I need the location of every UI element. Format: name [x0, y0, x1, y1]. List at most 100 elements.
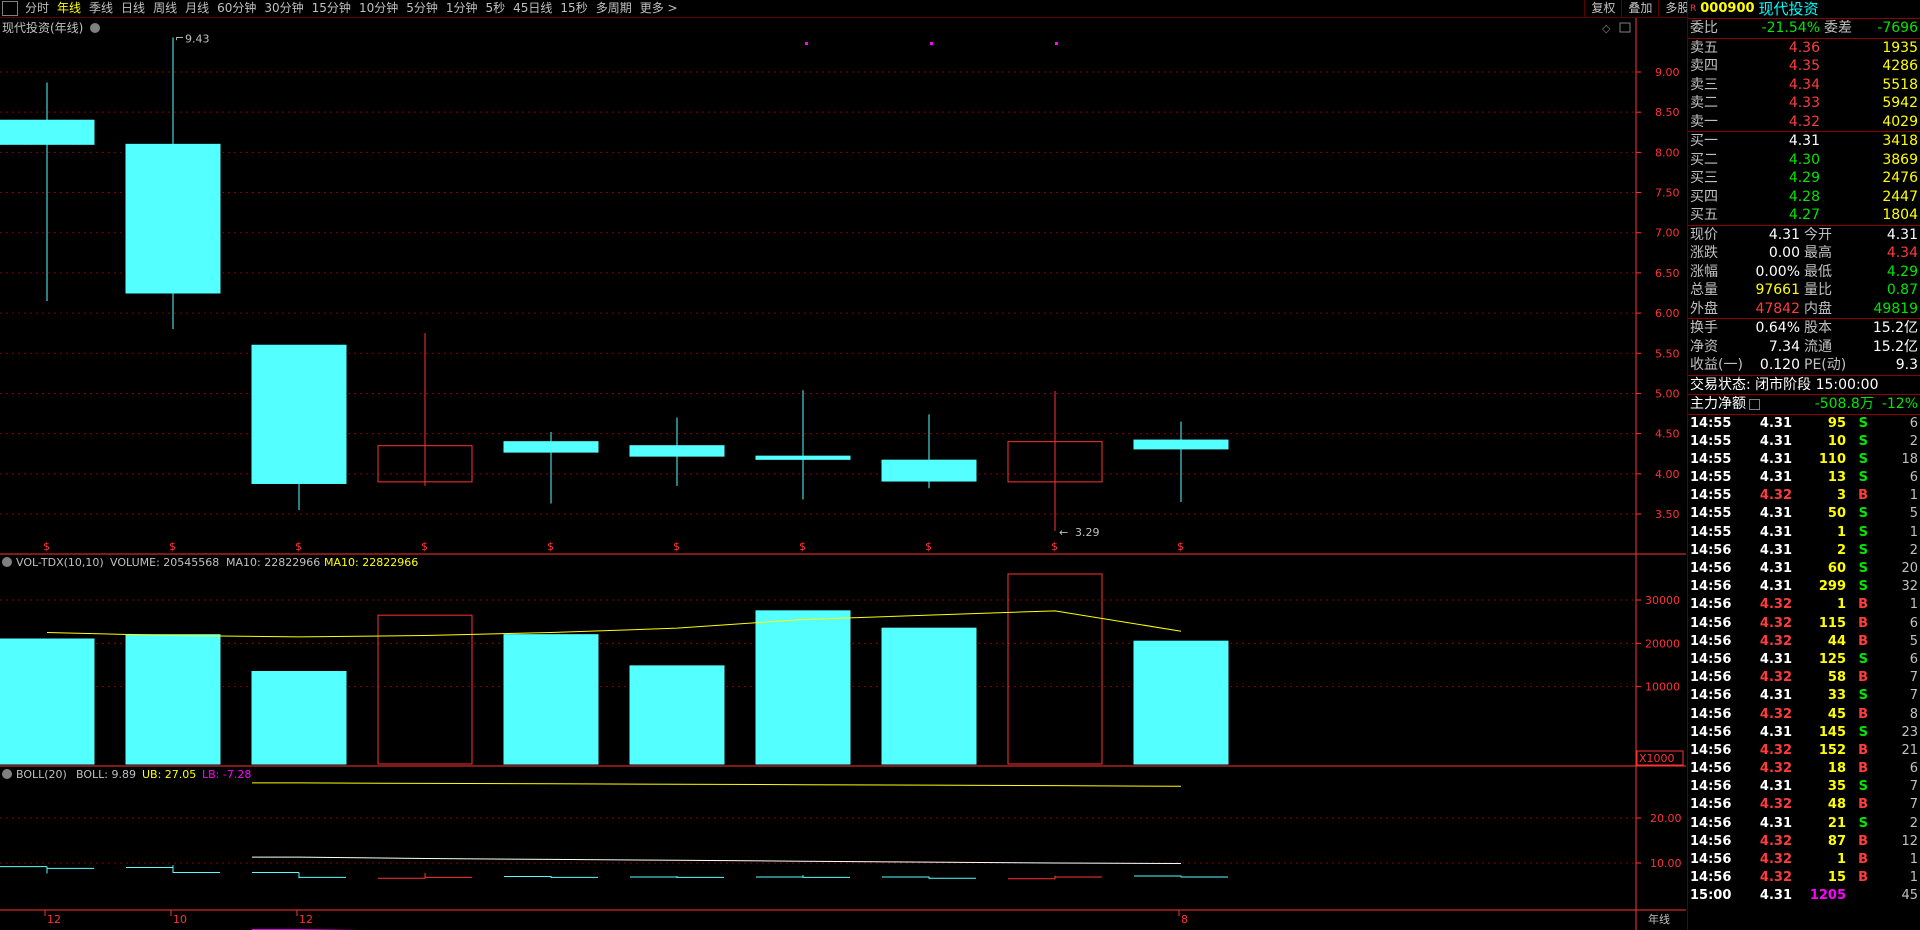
vol-tick-label: 20000	[1645, 637, 1680, 650]
tick-side: S	[1858, 579, 1868, 595]
orderbook-volume: 3869	[1882, 151, 1918, 168]
tick-count: 1	[1909, 597, 1918, 613]
price-tick-label: 4.50	[1655, 428, 1680, 441]
chart-title: 现代投资(年线)	[2, 20, 83, 35]
period-tab[interactable]: 60分钟	[213, 0, 260, 17]
tick-time: 14:56	[1690, 651, 1732, 667]
tick-price: 4.31	[1759, 651, 1792, 667]
period-tab[interactable]: 季线	[85, 0, 117, 17]
orderbook-price: 4.27	[1788, 207, 1820, 223]
quote-value: 0.64%	[1755, 320, 1800, 336]
tick-price: 4.31	[1759, 451, 1792, 467]
vol-menu-icon	[2, 557, 12, 567]
quote-value: 49819	[1873, 300, 1918, 317]
orderbook-label: 卖三	[1690, 76, 1718, 93]
price-tick-label: 9.00	[1655, 66, 1680, 79]
tick-count: 1	[1909, 524, 1918, 540]
tick-price: 4.32	[1759, 870, 1792, 886]
tick-price: 4.31	[1759, 779, 1792, 795]
period-tab[interactable]: 45日线	[509, 0, 556, 17]
tick-time: 14:56	[1690, 670, 1732, 686]
period-tab[interactable]: 5秒	[482, 0, 510, 17]
quote-value: 4.29	[1886, 263, 1918, 280]
quote-row: 外盘 47842 内盘 49819	[1688, 300, 1920, 319]
tick-volume: 1	[1836, 524, 1846, 540]
orderbook-label: 卖四	[1690, 58, 1718, 74]
x-tick-label: 12	[299, 913, 313, 926]
dividend-marker: $	[799, 540, 806, 553]
period-tab[interactable]: 年线	[53, 0, 85, 17]
quote-block-2: 换手 0.64% 股本 15.2亿 净资 7.34 流通 15.2亿 收益(一) 0.120 PE(…	[1688, 318, 1920, 375]
volume-bar	[755, 610, 851, 765]
tool-button[interactable]: 复权	[1584, 0, 1621, 17]
period-tab[interactable]: 30分钟	[260, 0, 307, 17]
tick-time: 14:56	[1690, 706, 1732, 722]
tick-volume: 45	[1827, 706, 1846, 722]
orderbook-volume: 3418	[1882, 133, 1918, 149]
menu-icon[interactable]	[2, 1, 18, 16]
quote-label: 内盘	[1804, 300, 1832, 317]
flow-detail-icon[interactable]	[1749, 398, 1760, 410]
tick-price: 4.32	[1759, 797, 1792, 813]
tick-row: 14:56 4.32 115 B 6	[1688, 615, 1920, 633]
weicha-label: 委差	[1824, 20, 1852, 36]
weibi-value: -21.54%	[1761, 20, 1820, 36]
tick-time: 14:56	[1690, 815, 1732, 831]
quote-row: 现价 4.31 今开 4.31	[1688, 226, 1920, 245]
quote-row: 涨幅 0.00% 最低 4.29	[1688, 263, 1920, 282]
price-tick-label: 8.00	[1655, 146, 1680, 159]
orderbook-label: 买三	[1690, 170, 1718, 186]
tick-time: 14:56	[1690, 761, 1732, 777]
kline-chart[interactable]: 现代投资(年线) ◇ 9.00 8.50 8.00 7.50 7.00 6.50 6.00 5.5…	[0, 18, 1686, 930]
volume-bar	[251, 671, 347, 765]
tick-volume: 13	[1827, 470, 1846, 486]
vol-unit-label: X1000	[1639, 752, 1675, 765]
boll-tick-label: 20.00	[1650, 812, 1682, 825]
period-tab[interactable]: 月线	[181, 0, 213, 17]
tick-row: 14:56 4.31 145 S 23	[1688, 724, 1920, 742]
tick-row: 14:56 4.31 2 S 2	[1688, 542, 1920, 560]
signal-dot	[930, 42, 933, 45]
period-tab[interactable]: 多周期	[592, 0, 636, 17]
period-tab[interactable]: 周线	[149, 0, 181, 17]
chart-area[interactable]: 现代投资(年线) ◇ 9.00 8.50 8.00 7.50 7.00 6.50 6.00 5.5…	[0, 18, 1686, 930]
orderbook-price: 4.30	[1788, 151, 1820, 168]
tick-time: 14:55	[1690, 524, 1732, 540]
period-tab[interactable]: 1分钟	[442, 0, 482, 17]
x-tick-label: 12	[47, 913, 61, 926]
tick-volume: 48	[1827, 797, 1846, 813]
main-flow-row[interactable]: 主力净额 -508.8万 -12%	[1688, 394, 1920, 414]
tick-row: 14:55 4.31 50 S 5	[1688, 505, 1920, 523]
tick-time: 14:56	[1690, 688, 1732, 704]
tool-button[interactable]: 叠加	[1621, 0, 1658, 17]
r-badge: R	[1690, 4, 1697, 14]
candle-body	[251, 344, 347, 484]
tick-count: 5	[1909, 633, 1918, 649]
tick-count: 12	[1901, 833, 1918, 849]
tick-list[interactable]: 14:55 4.31 95 S 6 14:55 4.31 10 S 2 14:55 4.31 110 S 1…	[1688, 413, 1920, 906]
period-tab[interactable]: 日线	[117, 0, 149, 17]
tick-time: 14:56	[1690, 742, 1732, 758]
tick-time: 14:56	[1690, 870, 1732, 886]
tick-row: 14:56 4.32 1 B 1	[1688, 596, 1920, 614]
tick-count: 45	[1901, 888, 1918, 904]
tick-price: 4.32	[1759, 615, 1792, 631]
period-tab[interactable]: 15分钟	[308, 0, 355, 17]
tick-side: B	[1858, 761, 1868, 777]
orderbook-label: 买五	[1690, 207, 1718, 223]
period-tab[interactable]: 更多 >	[636, 0, 682, 17]
quote-value: 9.3	[1895, 357, 1918, 373]
period-tab[interactable]: 5分钟	[402, 0, 442, 17]
stock-code: 000900	[1700, 1, 1755, 16]
tick-time: 14:56	[1690, 579, 1732, 595]
quote-label: 净资	[1690, 338, 1718, 355]
tick-volume: 1	[1836, 852, 1846, 867]
tick-volume: 58	[1827, 670, 1846, 686]
tick-price: 4.32	[1759, 597, 1792, 613]
tick-price: 4.31	[1759, 524, 1792, 540]
tick-time: 14:56	[1690, 561, 1732, 576]
tick-volume: 60	[1827, 561, 1846, 576]
period-tab[interactable]: 15秒	[556, 0, 591, 17]
period-tab[interactable]: 10分钟	[355, 0, 402, 17]
period-tab[interactable]: 分时	[21, 0, 53, 17]
